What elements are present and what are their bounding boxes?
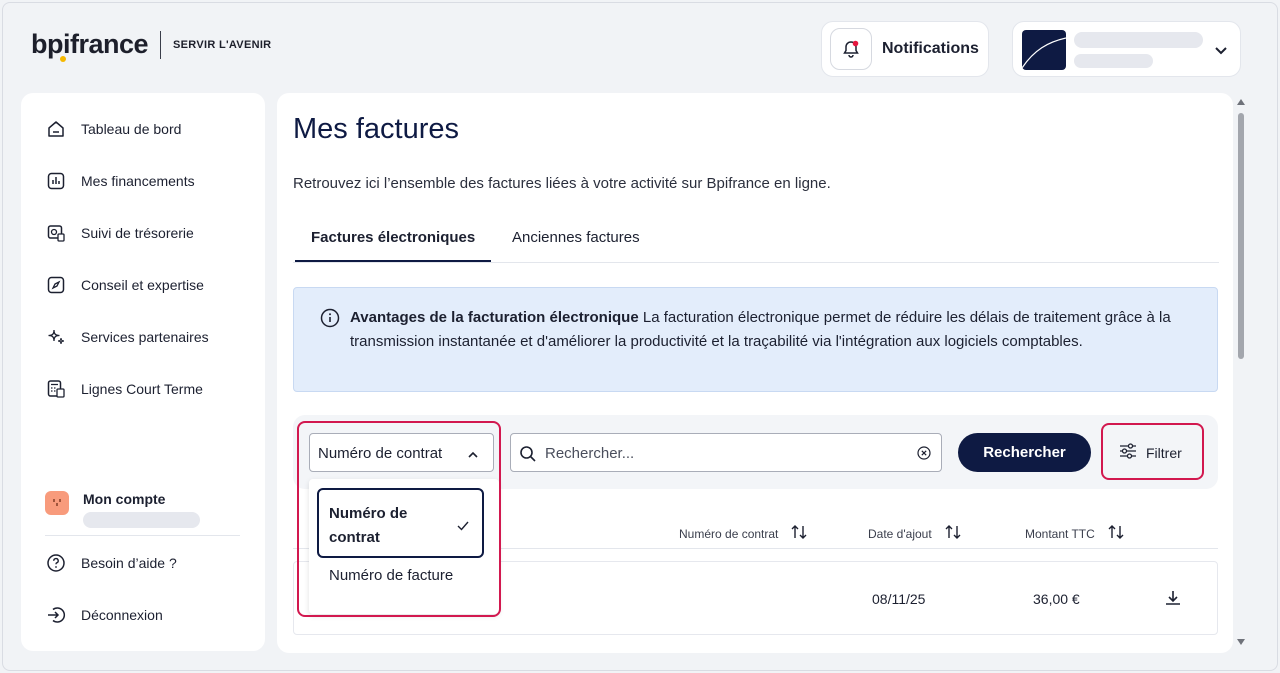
sort-icon <box>790 524 808 543</box>
page-description: Retrouvez ici l’ensemble des factures li… <box>293 175 831 192</box>
logout-label: Déconnexion <box>81 607 163 623</box>
company-avatar <box>1022 30 1066 70</box>
home-icon <box>45 118 67 140</box>
account-menu[interactable] <box>1012 21 1241 77</box>
search-icon <box>519 445 537 468</box>
sort-icon <box>944 524 962 543</box>
help-circle-icon <box>45 552 67 574</box>
sidebar-item-label: Mes financements <box>81 173 195 189</box>
bell-icon <box>830 28 872 70</box>
search-button[interactable]: Rechercher <box>958 433 1091 472</box>
search-input[interactable]: Rechercher... <box>510 433 942 472</box>
sidebar-item-deconnexion[interactable]: Déconnexion <box>45 603 163 627</box>
sidebar-item-tableau-de-bord[interactable]: Tableau de bord <box>45 117 181 141</box>
sidebar-item-lignes-court-terme[interactable]: Lignes Court Terme <box>45 377 203 401</box>
sidebar-item-suivi-de-tresorerie[interactable]: Suivi de trésorerie <box>45 221 194 245</box>
notifications-label: Notifications <box>882 40 979 57</box>
help-label: Besoin d’aide ? <box>81 555 177 571</box>
tabs: Factures électroniques Anciennes facture… <box>293 221 1219 263</box>
scroll-down-arrow-icon[interactable] <box>1237 639 1245 645</box>
logout-icon <box>45 604 67 626</box>
cell-amount: 36,00 € <box>1033 591 1080 607</box>
logo-word: bpifrance <box>31 29 149 59</box>
cell-date: 08/11/25 <box>872 591 926 607</box>
logo-dot <box>60 56 66 62</box>
sidebar-item-label: Suivi de trésorerie <box>81 225 194 241</box>
compass-icon <box>45 274 67 296</box>
sidebar-divider <box>45 535 240 536</box>
sliders-icon <box>1119 442 1137 463</box>
info-banner: Avantages de la facturation électronique… <box>293 287 1218 392</box>
sidebar-item-mes-financements[interactable]: Mes financements <box>45 169 195 193</box>
scrollbar-thumb[interactable] <box>1238 113 1244 359</box>
main-content: Mes factures Retrouvez ici l’ensemble de… <box>277 93 1233 653</box>
column-label: Montant TTC <box>1025 526 1095 541</box>
logo-tagline: SERVIR L'AVENIR <box>173 38 272 51</box>
column-montant-ttc[interactable]: Montant TTC <box>1025 524 1125 543</box>
column-label: Date d'ajout <box>868 526 932 541</box>
sidebar-item-label: Tableau de bord <box>81 121 182 137</box>
info-icon <box>320 308 340 336</box>
sort-icon <box>1107 524 1125 543</box>
mon-compte-label: Mon compte <box>83 491 166 507</box>
account-name-placeholder <box>1074 32 1203 48</box>
scrollbar[interactable] <box>1235 97 1247 649</box>
bpifrance-logo[interactable]: bpifrance SERVIR L'AVENIR <box>31 29 272 62</box>
sparkle-icon <box>45 326 67 348</box>
scroll-up-arrow-icon[interactable] <box>1237 99 1245 105</box>
info-title: Avantages de la facturation électronique <box>350 309 639 326</box>
sidebar-item-label: Lignes Court Terme <box>81 381 203 397</box>
sidebar-item-label: Services partenaires <box>81 329 209 345</box>
sidebar-item-label: Conseil et expertise <box>81 277 204 293</box>
treasury-icon <box>45 222 67 244</box>
download-icon[interactable] <box>1163 588 1183 611</box>
calculator-icon <box>45 378 67 400</box>
sidebar-item-conseil-et-expertise[interactable]: Conseil et expertise <box>45 273 204 297</box>
logo-divider <box>160 30 162 59</box>
filter-button[interactable]: Filtrer <box>1119 442 1182 463</box>
account-subtitle-placeholder <box>1074 54 1153 68</box>
chart-icon <box>45 170 67 192</box>
app-window: bpifrance SERVIR L'AVENIR Notifications … <box>2 2 1278 671</box>
search-placeholder: Rechercher... <box>545 445 635 462</box>
tab-factures-electroniques[interactable]: Factures électroniques <box>295 229 492 262</box>
select-highlight <box>297 421 501 617</box>
sidebar-item-services-partenaires[interactable]: Services partenaires <box>45 325 209 349</box>
tab-anciennes-factures[interactable]: Anciennes factures <box>496 229 656 262</box>
column-numero-contrat[interactable]: Numéro de contrat <box>679 524 808 543</box>
page-title: Mes factures <box>293 113 459 145</box>
chevron-down-icon <box>1214 43 1228 62</box>
column-date-ajout[interactable]: Date d'ajout <box>868 524 962 543</box>
sidebar-item-mon-compte[interactable]: Mon compte <box>45 491 200 528</box>
sidebar: Tableau de bord Mes financements Suivi d… <box>21 93 265 651</box>
column-label: Numéro de contrat <box>679 526 779 541</box>
notifications-button[interactable]: Notifications <box>821 21 989 77</box>
clear-icon[interactable] <box>917 446 931 465</box>
filter-label: Filtrer <box>1146 444 1182 461</box>
sidebar-item-aide[interactable]: Besoin d’aide ? <box>45 551 177 575</box>
account-email-placeholder <box>83 512 200 528</box>
user-avatar-icon <box>45 491 69 515</box>
